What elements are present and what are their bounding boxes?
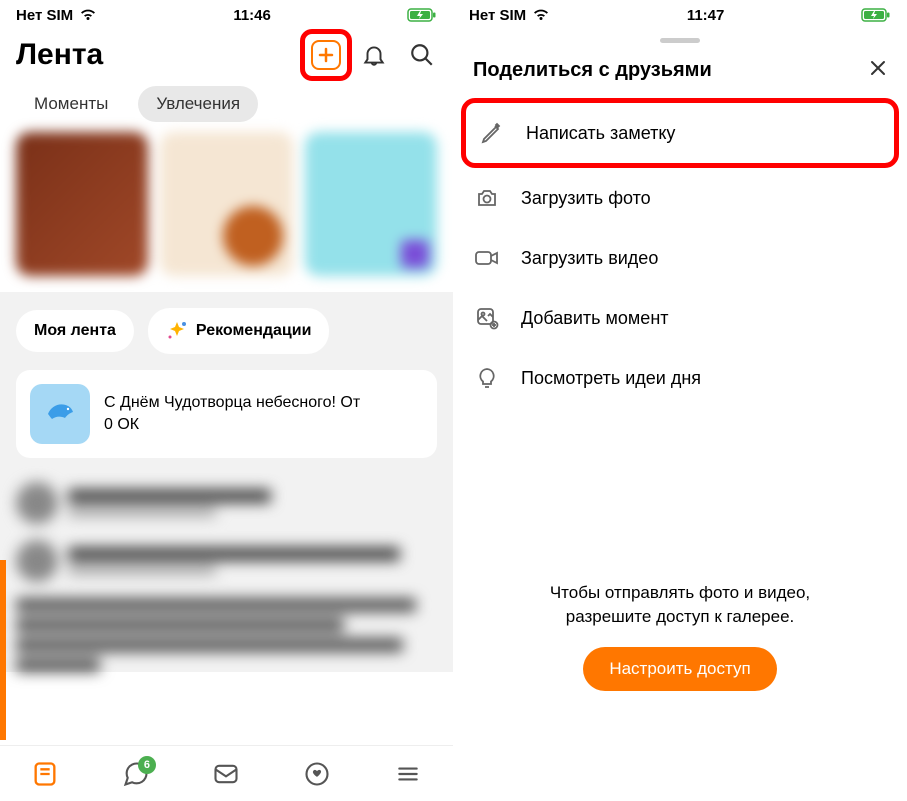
wifi-icon: [79, 8, 97, 22]
camera-icon: [473, 184, 501, 212]
nav-messages[interactable]: 6: [114, 752, 158, 796]
tab-hobbies[interactable]: Увлечения: [138, 86, 258, 122]
content-card[interactable]: [305, 132, 437, 276]
sheet-handle[interactable]: [660, 38, 700, 43]
add-button[interactable]: [311, 40, 341, 70]
pen-icon: [478, 119, 506, 147]
close-button[interactable]: [869, 59, 887, 82]
status-time: 11:47: [687, 7, 725, 24]
search-button[interactable]: [407, 40, 437, 70]
nav-badge: 6: [138, 756, 156, 774]
bottom-nav: 6: [0, 745, 453, 801]
sparkle-icon: [166, 320, 188, 342]
accent-bar: [0, 560, 6, 740]
option-add-moment[interactable]: Добавить момент: [467, 288, 893, 348]
tab-moments[interactable]: Моменты: [16, 86, 126, 122]
option-upload-video[interactable]: Загрузить видео: [467, 228, 893, 288]
option-label: Посмотреть идеи дня: [521, 368, 701, 389]
add-button-highlight: [300, 29, 352, 81]
status-bar: Нет SIM 11:47: [453, 0, 907, 30]
option-view-ideas[interactable]: Посмотреть идеи дня: [467, 348, 893, 408]
option-label: Написать заметку: [526, 123, 675, 144]
promo-card[interactable]: С Днём Чудотворца небесного! От 0 ОК: [16, 370, 437, 458]
carrier-text: Нет SIM: [469, 7, 526, 24]
chip-my-feed[interactable]: Моя лента: [16, 310, 134, 352]
content-cards: [0, 132, 453, 292]
feed-item[interactable]: [16, 532, 437, 590]
option-label: Загрузить фото: [521, 188, 651, 209]
avatar: [16, 482, 58, 524]
option-label: Загрузить видео: [521, 248, 658, 269]
battery-charging-icon: [861, 8, 891, 22]
permission-text-line2: разрешите доступ к галерее.: [566, 607, 795, 626]
content-card[interactable]: [16, 132, 148, 276]
chip-label: Рекомендации: [196, 322, 312, 340]
carrier-text: Нет SIM: [16, 7, 73, 24]
nav-mail[interactable]: [204, 752, 248, 796]
nav-likes[interactable]: [295, 752, 339, 796]
content-card[interactable]: [160, 132, 292, 276]
video-icon: [473, 244, 501, 272]
status-bar: Нет SIM 11:46: [0, 0, 453, 30]
nav-feed[interactable]: [23, 752, 67, 796]
feed-item[interactable]: [16, 474, 437, 532]
permission-text-line1: Чтобы отправлять фото и видео,: [550, 583, 810, 602]
dove-icon: [30, 384, 90, 444]
lightbulb-icon: [473, 364, 501, 392]
chip-recommendations[interactable]: Рекомендации: [148, 308, 330, 354]
wifi-icon: [532, 8, 550, 22]
permission-block: Чтобы отправлять фото и видео, разрешите…: [453, 581, 907, 691]
image-plus-icon: [473, 304, 501, 332]
permission-button[interactable]: Настроить доступ: [583, 647, 776, 691]
option-upload-photo[interactable]: Загрузить фото: [467, 168, 893, 228]
nav-menu[interactable]: [386, 752, 430, 796]
option-write-note[interactable]: Написать заметку: [461, 98, 899, 168]
avatar: [16, 540, 58, 582]
page-title: Лента: [16, 38, 103, 72]
option-label: Добавить момент: [521, 308, 669, 329]
sheet-title: Поделиться с друзьями: [473, 59, 712, 82]
status-time: 11:46: [233, 7, 271, 24]
promo-text: С Днём Чудотворца небесного! От 0 ОК: [104, 392, 423, 435]
battery-charging-icon: [407, 8, 437, 22]
notifications-button[interactable]: [359, 40, 389, 70]
